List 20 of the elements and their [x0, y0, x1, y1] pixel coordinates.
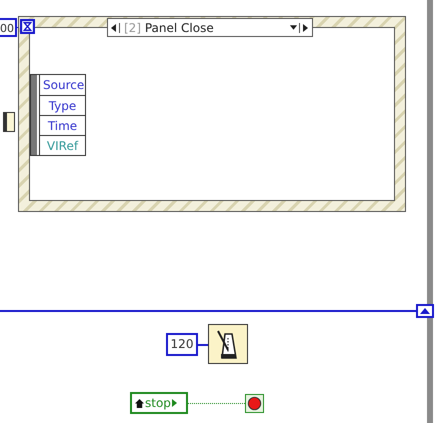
right-arrow-icon[interactable] [299, 22, 310, 32]
case-selector[interactable]: [2] Panel Close [107, 18, 313, 37]
shift-register-icon [416, 304, 434, 318]
event-data-field: Source [39, 75, 85, 95]
case-index: [2] [124, 20, 141, 34]
timeout-constant: 00 [0, 18, 17, 37]
left-arrow-icon[interactable] [110, 22, 120, 32]
case-name: Panel Close [144, 20, 214, 34]
event-data-field: Type [39, 95, 85, 115]
stop-label: stop [145, 396, 171, 410]
dropdown-arrow-icon[interactable] [289, 24, 298, 30]
stop-sign-icon [245, 394, 264, 413]
hourglass-icon [20, 19, 35, 34]
event-data-field: Time [39, 115, 85, 135]
cluster-terminal-icon [3, 112, 15, 132]
house-icon [135, 398, 144, 408]
wait-constant: 120 [166, 333, 198, 356]
metronome-icon [208, 324, 248, 364]
event-data-field: VIRef [39, 135, 85, 155]
output-arrow-icon [172, 399, 177, 407]
